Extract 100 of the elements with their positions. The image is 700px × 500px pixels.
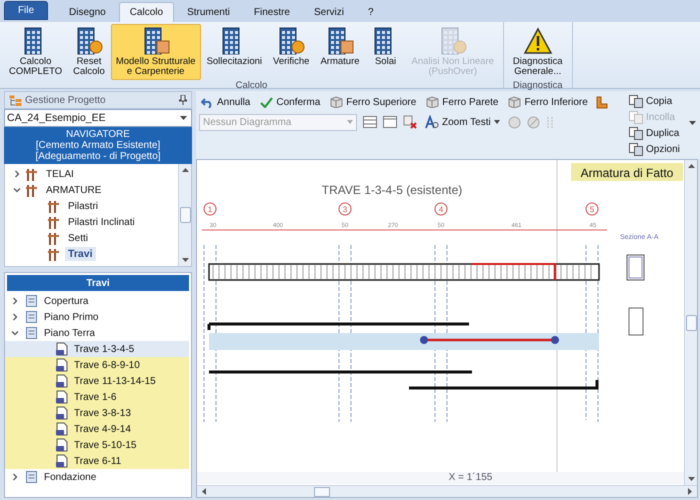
scroll-left-icon[interactable]	[202, 488, 206, 495]
chevron-icon[interactable]	[11, 313, 19, 321]
toolbar-button[interactable]: Annulla	[199, 96, 252, 108]
tree-item[interactable]: Fondazione	[5, 469, 189, 485]
ribbon-button[interactable]: Diagnostica Generale...	[508, 24, 568, 80]
toolbar-button[interactable]: Ferro Inferiore	[506, 96, 590, 108]
axis-marker: 5	[586, 202, 598, 216]
scroll-right-icon[interactable]	[688, 488, 692, 495]
rebar-icon	[47, 216, 61, 228]
axis-marker: 1	[204, 202, 216, 216]
tree-item[interactable]: Trave 6-11	[5, 453, 189, 469]
ribbon-tab[interactable]: Calcolo	[118, 2, 174, 22]
ribbon-tab[interactable]: Servizi	[302, 2, 355, 22]
tree-item[interactable]: Travi	[65, 247, 96, 261]
panel-title: Gestione Progetto	[25, 94, 107, 106]
ribbon-button[interactable]: Modello Strutturale e Carpenterie	[110, 24, 201, 80]
pin-icon[interactable]	[179, 95, 187, 105]
rebar-icon	[47, 200, 61, 212]
tree-item[interactable]: Setti	[65, 232, 92, 244]
ribbon-button[interactable]: Calcolo COMPLETO	[4, 24, 68, 80]
document-icon	[55, 438, 68, 452]
ribbon-button[interactable]: Verifiche	[268, 24, 314, 80]
grip-icon[interactable]	[546, 116, 554, 128]
group-label: Calcolo	[236, 80, 268, 93]
axis-marker: 4	[434, 202, 448, 216]
scroll-thumb[interactable]	[314, 486, 330, 496]
scroll-thumb[interactable]	[180, 207, 190, 223]
ribbon-button[interactable]: Reset Calcolo	[68, 24, 110, 80]
check-icon	[260, 96, 274, 108]
ribbon-button[interactable]: Armature	[315, 24, 365, 80]
side-action-button[interactable]: Opzioni	[629, 141, 685, 157]
chevron-icon[interactable]	[11, 329, 19, 337]
tree-item[interactable]: Pilastri Inclinati	[65, 216, 138, 228]
ribbon-button[interactable]: Sollecitazioni	[202, 24, 268, 80]
scroll-up-icon[interactable]	[688, 164, 694, 168]
tree-item[interactable]: Trave 11-13-14-15	[5, 373, 189, 389]
document-copy-icon	[629, 110, 643, 124]
tree-item[interactable]: Trave 4-9-14	[5, 421, 189, 437]
chevron-icon[interactable]	[13, 170, 21, 178]
chevron-icon[interactable]	[13, 186, 21, 194]
drawing-title: TRAVE 1-3-4-5 (esistente)	[322, 183, 462, 197]
document-icon	[55, 358, 68, 372]
side-action-button[interactable]: Copia	[629, 93, 685, 109]
chevron-icon[interactable]	[11, 297, 19, 305]
scroll-down-icon[interactable]	[688, 477, 694, 481]
toolbar-button[interactable]: Conferma	[258, 96, 322, 108]
tree-item[interactable]: TELAI	[43, 168, 77, 180]
tree-item[interactable]: ARMATURE	[43, 184, 104, 196]
undo-icon	[201, 96, 214, 108]
warning-icon	[522, 27, 553, 55]
ribbon-tab[interactable]: Strumenti	[176, 2, 241, 22]
rebar-icon	[47, 232, 61, 244]
text-zoom-icon	[425, 115, 439, 129]
coordinate-readout: X = 1´155	[448, 472, 492, 484]
chevron-icon[interactable]	[11, 473, 19, 481]
document-icon	[55, 374, 68, 388]
tree-item[interactable]: Trave 5-10-15	[5, 437, 189, 453]
tree-item[interactable]: Trave 1-6	[5, 389, 189, 405]
caret-icon[interactable]	[689, 121, 696, 125]
tree-item[interactable]: Trave 6-8-9-10	[5, 357, 189, 373]
side-action-button[interactable]: Duplica	[629, 125, 685, 141]
scrollbar[interactable]	[197, 485, 697, 497]
document-icon	[55, 406, 68, 420]
file-tab[interactable]: File	[4, 1, 48, 20]
rebar-icon	[47, 248, 61, 260]
tree-item[interactable]: Piano Primo	[5, 309, 189, 325]
cube-icon	[330, 96, 344, 108]
document-icon	[25, 310, 38, 324]
ribbon-tab[interactable]: Disegno	[58, 2, 117, 22]
rebar-icon	[25, 184, 39, 196]
toolbar-button[interactable]: Ferro Parete	[424, 96, 500, 108]
scroll-up-icon[interactable]	[182, 168, 188, 172]
tree-item[interactable]: Piano Terra	[5, 325, 189, 341]
tree-item[interactable]: Copertura	[5, 293, 189, 309]
dropdown-caret-icon	[347, 120, 353, 124]
ribbon-tab[interactable]: Finestre	[242, 2, 301, 22]
cube-icon	[508, 96, 522, 108]
tree-panel-icon	[9, 94, 22, 106]
ribbon-button[interactable]: Solai	[366, 24, 406, 80]
tree-item[interactable]: Trave 1-3-4-5	[5, 341, 189, 357]
document-icon	[55, 390, 68, 404]
scrollbar[interactable]	[684, 160, 697, 485]
toolbar-button[interactable]: Ferro Superiore	[328, 96, 418, 108]
scroll-thumb[interactable]	[686, 314, 696, 330]
ribbon-tab[interactable]: ?	[357, 2, 385, 22]
scrollbar[interactable]	[178, 164, 191, 266]
tree-item[interactable]: Pilastri	[65, 200, 102, 212]
scroll-down-icon[interactable]	[182, 258, 188, 262]
project-dropdown[interactable]: CA_24_Esempio_EE	[4, 109, 192, 127]
l-shape-icon[interactable]	[596, 96, 608, 108]
panel-icon[interactable]	[383, 116, 397, 128]
axis-marker: 3	[338, 202, 352, 216]
panel-header: Travi	[7, 275, 189, 291]
rebar-icon	[25, 168, 39, 180]
delete-grid-icon[interactable]	[403, 115, 417, 129]
document-copy-icon	[629, 142, 643, 156]
dropdown-caret-icon	[180, 116, 187, 120]
panel-icon[interactable]	[363, 116, 377, 128]
zoom-texts-button[interactable]: Zoom Testi	[423, 115, 502, 129]
tree-item[interactable]: Trave 3-8-13	[5, 405, 189, 421]
